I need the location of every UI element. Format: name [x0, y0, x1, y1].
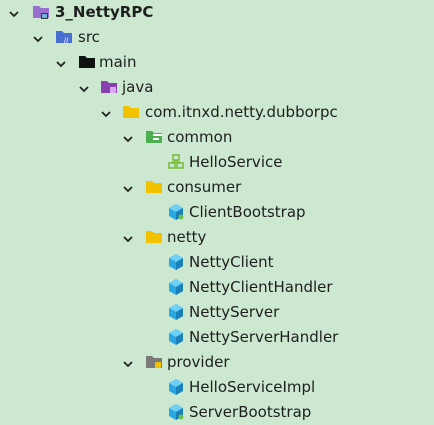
- tree-node-label: consumer: [167, 178, 242, 196]
- tree-node-label: NettyClientHandler: [189, 278, 333, 296]
- tree-node-label: ClientBootstrap: [189, 203, 306, 221]
- java-class-icon: [167, 378, 185, 396]
- tree-node-helloserviceimpl[interactable]: HelloServiceImpl: [0, 375, 434, 400]
- java-class-icon: [167, 278, 185, 296]
- tree-node-label: 3_NettyRPC: [55, 3, 154, 21]
- java-class-icon: [167, 328, 185, 346]
- tree-node-3-nettyrpc[interactable]: 3_NettyRPC: [0, 0, 434, 25]
- tree-node-serverbootstrap[interactable]: ServerBootstrap: [0, 400, 434, 425]
- chevron-down-icon[interactable]: [122, 356, 134, 368]
- chevron-down-icon[interactable]: [122, 181, 134, 193]
- tree-node-label: NettyServerHandler: [189, 328, 339, 346]
- folder-icon: [78, 53, 96, 71]
- package-folder-common-icon: [145, 128, 163, 146]
- project-tree: 3_NettyRPC // src main java com.itnxd.ne…: [0, 0, 434, 425]
- tree-node-common[interactable]: common: [0, 125, 434, 150]
- java-class-icon: [167, 203, 185, 221]
- module-icon: [32, 3, 50, 21]
- tree-node-label: HelloService: [189, 153, 283, 171]
- chevron-down-icon[interactable]: [32, 31, 44, 43]
- package-folder-icon: [122, 103, 140, 121]
- chevron-down-icon[interactable]: [122, 231, 134, 243]
- tree-node-label: java: [122, 78, 154, 96]
- java-class-icon: [167, 253, 185, 271]
- java-class-icon: [167, 403, 185, 421]
- package-folder-icon: [145, 228, 163, 246]
- interface-icon: [167, 153, 185, 171]
- tree-node-label: src: [78, 28, 100, 46]
- tree-node-nettyserverhandler[interactable]: NettyServerHandler: [0, 325, 434, 350]
- tree-node-java[interactable]: java: [0, 75, 434, 100]
- chevron-down-icon[interactable]: [55, 56, 67, 68]
- source-folder-icon: //: [55, 28, 73, 46]
- tree-node-nettyclienthandler[interactable]: NettyClientHandler: [0, 275, 434, 300]
- chevron-down-icon[interactable]: [100, 106, 112, 118]
- package-folder-provider-icon: [145, 353, 163, 371]
- tree-node-main[interactable]: main: [0, 50, 434, 75]
- tree-node-label: NettyServer: [189, 303, 280, 321]
- tree-node-label: HelloServiceImpl: [189, 378, 316, 396]
- tree-node-label: com.itnxd.netty.dubborpc: [145, 103, 338, 121]
- chevron-down-icon[interactable]: [8, 6, 20, 18]
- tree-node-nettyserver[interactable]: NettyServer: [0, 300, 434, 325]
- tree-node-provider[interactable]: provider: [0, 350, 434, 375]
- chevron-down-icon[interactable]: [122, 131, 134, 143]
- java-class-icon: [167, 303, 185, 321]
- tree-node-label: ServerBootstrap: [189, 403, 312, 421]
- tree-node-clientbootstrap[interactable]: ClientBootstrap: [0, 200, 434, 225]
- tree-node-label: netty: [167, 228, 207, 246]
- tree-node-netty[interactable]: netty: [0, 225, 434, 250]
- tree-node-label: NettyClient: [189, 253, 274, 271]
- tree-node-label: main: [99, 53, 137, 71]
- tree-node-package-root[interactable]: com.itnxd.netty.dubborpc: [0, 100, 434, 125]
- package-folder-icon: [145, 178, 163, 196]
- chevron-down-icon[interactable]: [78, 81, 90, 93]
- tree-node-consumer[interactable]: consumer: [0, 175, 434, 200]
- java-root-icon: [100, 78, 118, 96]
- tree-node-nettyclient[interactable]: NettyClient: [0, 250, 434, 275]
- tree-node-label: provider: [167, 353, 230, 371]
- tree-node-label: common: [167, 128, 233, 146]
- tree-node-src[interactable]: // src: [0, 25, 434, 50]
- tree-node-helloservice[interactable]: HelloService: [0, 150, 434, 175]
